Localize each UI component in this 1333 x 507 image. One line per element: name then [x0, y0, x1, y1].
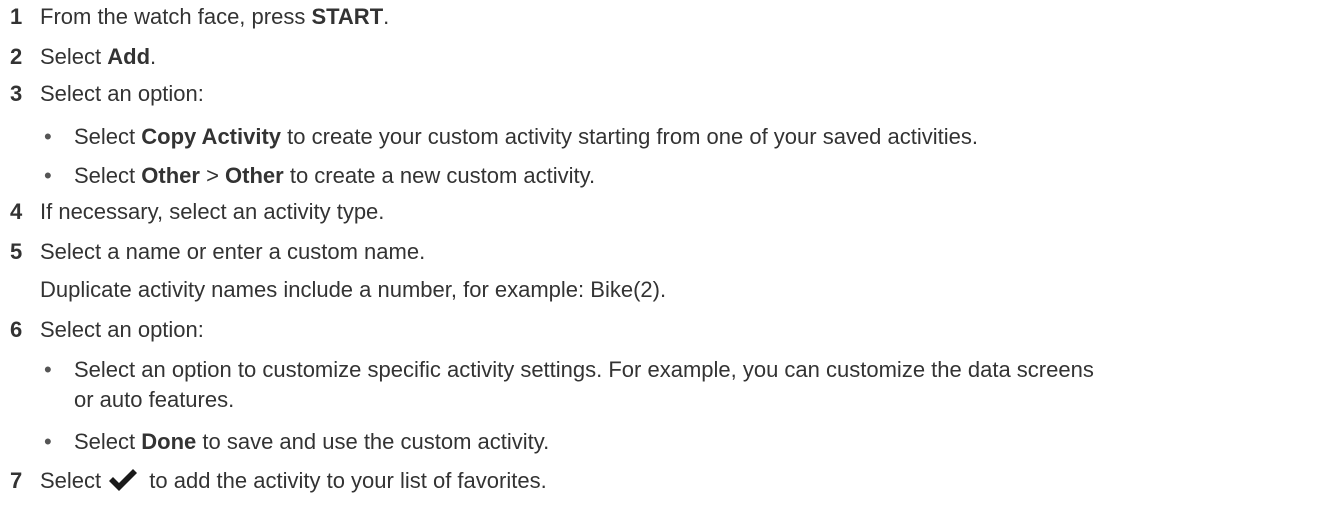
step-text: Select Add. — [40, 42, 156, 72]
step-number: 7 — [10, 468, 23, 493]
text-segment: to save and use the custom activity. — [196, 429, 550, 454]
step-number: 1 — [10, 4, 23, 29]
instruction-document: 1 From the watch face, press START. 2 Se… — [0, 0, 1333, 507]
text-segment: > — [199, 163, 226, 188]
bold-term: Copy Activity — [141, 124, 282, 149]
step-text: Select an option: — [40, 317, 204, 342]
text-segment: Select — [74, 429, 142, 454]
bullet-icon: • — [44, 429, 52, 454]
step-text: Select an option: — [40, 81, 204, 106]
bold-term: Other — [225, 163, 284, 188]
step-number: 4 — [10, 199, 23, 224]
step-number: 3 — [10, 81, 23, 106]
text-segment: Select — [74, 124, 142, 149]
step-text: If necessary, select an activity type. — [40, 199, 385, 224]
text-segment: Select — [40, 468, 102, 493]
bold-term: Add — [107, 44, 151, 69]
text-segment: . — [383, 4, 390, 29]
bullet-icon: • — [44, 357, 52, 382]
step-number: 6 — [10, 317, 23, 342]
bullet-icon: • — [44, 124, 52, 149]
step-number: 2 — [10, 44, 23, 69]
bullet-text: Select Other > Other to create a new cus… — [74, 161, 595, 191]
bold-term: START — [311, 4, 384, 29]
bold-term: Done — [141, 429, 197, 454]
bold-term: Other — [141, 163, 200, 188]
step-note: Duplicate activity names include a numbe… — [40, 277, 667, 302]
bullet-text: Select Copy Activity to create your cust… — [74, 122, 978, 152]
step-number: 5 — [10, 239, 23, 264]
step-text: Select a name or enter a custom name. — [40, 239, 426, 264]
text-segment: to create a new custom activity. — [283, 163, 596, 188]
text-segment: to create your custom activity starting … — [281, 124, 978, 149]
bullet-text-continuation: or auto features. — [74, 387, 235, 412]
bullet-icon: • — [44, 163, 52, 188]
text-segment: From the watch face, press — [40, 4, 312, 29]
text-segment: Select — [74, 163, 142, 188]
text-segment: . — [150, 44, 157, 69]
step-text: Select to add the activity to your list … — [40, 466, 547, 496]
bullet-text: Select an option to customize specific a… — [74, 357, 1094, 382]
text-segment: to add the activity to your list of favo… — [143, 468, 547, 493]
bullet-text: Select Done to save and use the custom a… — [74, 427, 549, 457]
text-segment: Select — [40, 44, 108, 69]
checkmark-icon — [109, 469, 138, 491]
step-text: From the watch face, press START. — [40, 2, 389, 32]
